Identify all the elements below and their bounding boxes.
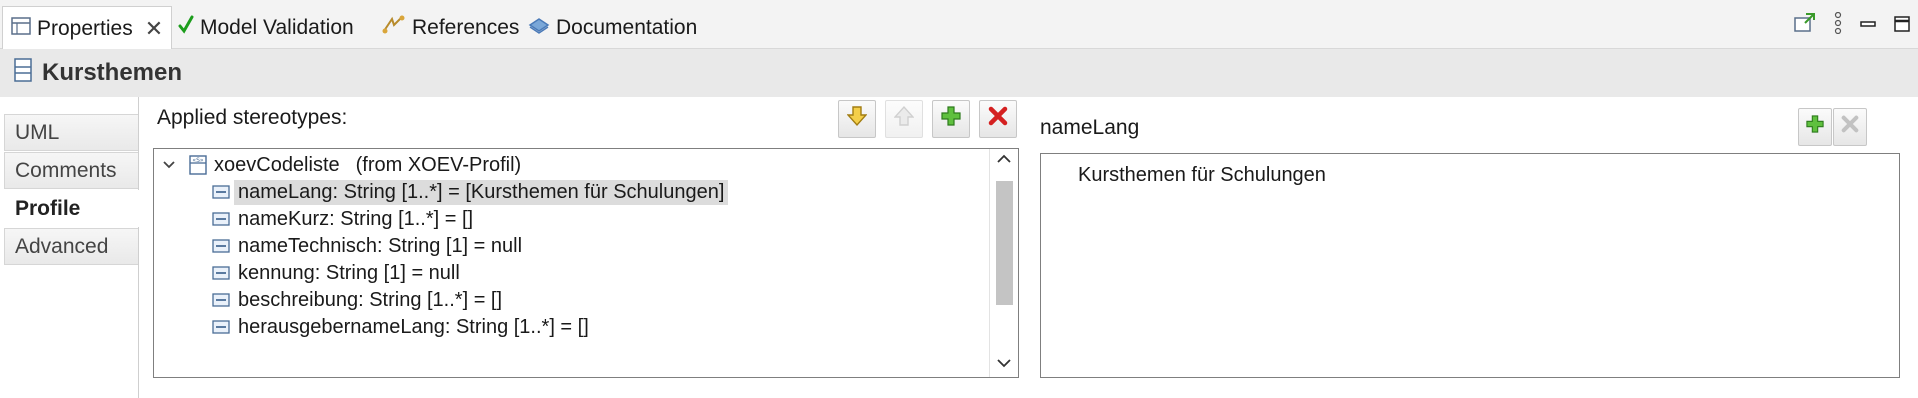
maximize-icon[interactable] xyxy=(1894,15,1910,38)
delete-icon xyxy=(1841,115,1859,139)
tree-scrollbar[interactable] xyxy=(989,149,1018,377)
tree-row[interactable]: beschreibung: String [1..*] = [] xyxy=(212,286,506,314)
property-icon xyxy=(212,293,230,307)
view-toolbar xyxy=(1794,11,1910,40)
section-tab-comments[interactable]: Comments xyxy=(4,152,138,189)
property-icon xyxy=(212,212,230,226)
stereotype-source: (from XOEV-Profil) xyxy=(355,153,522,176)
section-tab-uml[interactable]: UML xyxy=(4,114,138,151)
property-icon xyxy=(212,185,230,199)
tree-row-label: beschreibung: String [1..*] = [] xyxy=(238,288,503,311)
tree-row-label: nameLang: String [1..*] = [Kursthemen fü… xyxy=(234,179,729,205)
property-icon xyxy=(212,320,230,334)
view-menu-icon[interactable] xyxy=(1834,11,1842,40)
tree-row-label: nameKurz: String [1..*] = [] xyxy=(238,207,474,230)
arrow-down-icon xyxy=(846,105,868,133)
property-name-label: nameLang xyxy=(1040,116,1140,139)
property-icon xyxy=(212,239,230,253)
stereotype-tree[interactable]: «S» xoevCodeliste (from XOEV-Profil) nam… xyxy=(153,148,1019,378)
plus-icon xyxy=(941,106,961,132)
add-value-button[interactable] xyxy=(1798,108,1832,146)
delete-icon xyxy=(988,106,1008,132)
tab-model-validation[interactable]: Model Validation xyxy=(178,8,354,48)
plus-icon xyxy=(1806,115,1824,139)
section-tabs: UML Comments Profile Advanced xyxy=(0,97,140,398)
scroll-down-icon[interactable] xyxy=(996,356,1012,374)
property-icon xyxy=(212,266,230,280)
stereotype-name: xoevCodeliste xyxy=(214,153,340,176)
element-title: Kursthemen xyxy=(42,59,183,86)
tree-row-label: herausgebernameLang: String [1..*] = [] xyxy=(238,315,589,338)
tab-properties[interactable]: Properties ✕ xyxy=(2,6,173,50)
element-title-bar: Kursthemen xyxy=(0,49,1918,97)
remove-stereotype-button[interactable] xyxy=(979,100,1017,138)
remove-value-button[interactable] xyxy=(1833,108,1867,146)
tab-model-validation-label: Model Validation xyxy=(200,16,354,39)
references-icon xyxy=(382,15,406,41)
scroll-up-icon[interactable] xyxy=(996,152,1012,170)
section-tab-label: UML xyxy=(15,120,60,144)
add-stereotype-button[interactable] xyxy=(932,100,970,138)
move-up-button[interactable] xyxy=(885,100,923,138)
tree-row[interactable]: nameTechnisch: String [1] = null xyxy=(212,232,526,260)
view-tab-bar: Properties ✕ Model Validation References… xyxy=(0,0,1918,50)
stereotype-icon: «S» xyxy=(188,155,208,175)
tree-root-row[interactable]: «S» xoevCodeliste (from XOEV-Profil) xyxy=(160,151,525,179)
tab-references[interactable]: References xyxy=(382,8,519,48)
tree-row[interactable]: nameKurz: String [1..*] = [] xyxy=(212,205,477,233)
close-icon[interactable]: ✕ xyxy=(145,16,163,42)
section-tab-advanced[interactable]: Advanced xyxy=(4,228,138,265)
tab-documentation[interactable]: Documentation xyxy=(528,8,697,48)
chevron-down-icon[interactable] xyxy=(160,160,178,170)
section-tab-profile[interactable]: Profile xyxy=(4,190,140,227)
section-tab-label: Comments xyxy=(15,158,117,182)
documentation-icon xyxy=(528,15,550,41)
section-tab-label: Advanced xyxy=(15,234,109,258)
tree-row-label: kennung: String [1] = null xyxy=(238,261,460,284)
class-icon xyxy=(14,58,32,88)
checkmark-icon xyxy=(178,15,194,41)
minimize-icon[interactable] xyxy=(1860,15,1876,38)
move-down-button[interactable] xyxy=(838,100,876,138)
tree-row[interactable]: herausgebernameLang: String [1..*] = [] xyxy=(212,313,593,341)
pin-view-icon[interactable] xyxy=(1794,13,1816,39)
arrow-up-icon xyxy=(893,105,915,133)
scrollbar-thumb[interactable] xyxy=(996,181,1013,305)
section-tab-label: Profile xyxy=(15,196,81,220)
tree-row-label: nameTechnisch: String [1] = null xyxy=(238,234,523,257)
tab-documentation-label: Documentation xyxy=(556,16,698,39)
tab-properties-label: Properties xyxy=(37,16,133,40)
property-value[interactable]: Kursthemen für Schulungen xyxy=(1078,164,1326,187)
property-value-list[interactable]: Kursthemen für Schulungen xyxy=(1040,153,1900,378)
tree-row[interactable]: nameLang: String [1..*] = [Kursthemen fü… xyxy=(212,178,729,206)
applied-stereotypes-label: Applied stereotypes: xyxy=(157,106,348,129)
properties-icon xyxy=(11,16,31,41)
tree-row[interactable]: kennung: String [1] = null xyxy=(212,259,464,287)
tab-references-label: References xyxy=(412,16,520,39)
svg-text:«S»: «S» xyxy=(192,157,203,164)
